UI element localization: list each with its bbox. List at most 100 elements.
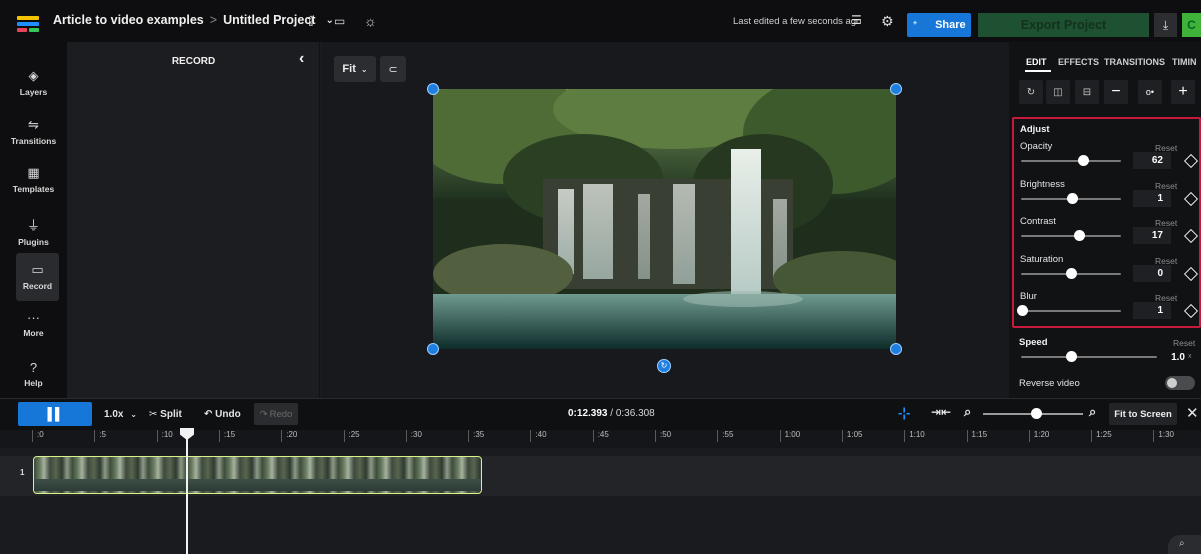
fit-timeline-icon[interactable]: ⇥⇤ xyxy=(931,405,951,419)
breadcrumb-separator: > xyxy=(209,13,218,27)
undo-button[interactable]: ↶ Undo xyxy=(204,409,241,420)
speed-unit: x xyxy=(1188,353,1192,360)
share-button[interactable]: ⁺👤 Share xyxy=(907,13,971,37)
notes-icon[interactable]: ☰ xyxy=(851,13,862,27)
contrast-slider-thumb[interactable] xyxy=(1074,230,1085,241)
blur-label: Blur xyxy=(1020,291,1037,302)
subtitles-icon[interactable]: ▭ xyxy=(334,14,345,28)
sidebar-item-more[interactable]: ··· More xyxy=(0,310,67,338)
flip-horizontal-icon[interactable]: ◫ xyxy=(1046,80,1070,104)
upload-icon[interactable]: ⇪ xyxy=(305,13,317,30)
rotate-icon[interactable]: ↻ xyxy=(1019,80,1043,104)
clip-audio-band xyxy=(34,479,481,491)
video-layer[interactable] xyxy=(433,89,896,349)
blur-value-input[interactable]: 1 xyxy=(1133,302,1171,319)
waterfall-image xyxy=(433,89,896,349)
lightbulb-icon[interactable]: ☼ xyxy=(364,13,377,29)
chevron-down-icon: ⌄ xyxy=(360,64,368,74)
search-icon[interactable]: ⌕ xyxy=(1168,535,1201,554)
resize-handle-bottom-left[interactable] xyxy=(427,343,439,355)
ruler-tick: :50 xyxy=(655,430,671,442)
record-panel: RECORD ‹ xyxy=(67,42,320,398)
playback-speed-dropdown[interactable]: 1.0x ⌄ xyxy=(104,409,137,420)
playhead[interactable] xyxy=(186,430,188,554)
app-logo[interactable] xyxy=(17,16,39,32)
export-project-button[interactable]: Export Project xyxy=(978,13,1149,37)
timeline-zoom-thumb[interactable] xyxy=(1031,408,1042,419)
ruler-tick: :45 xyxy=(592,430,609,442)
blur-slider-track[interactable] xyxy=(1021,310,1121,312)
gear-icon[interactable]: ⚙ xyxy=(881,13,894,30)
total-time: / 0:36.308 xyxy=(610,408,655,419)
add-user-icon: ⁺👤 xyxy=(912,19,931,31)
sidebar-item-transitions[interactable]: ⇋ Transitions xyxy=(0,117,67,146)
scale-icon[interactable]: o• xyxy=(1138,80,1162,104)
brightness-slider-thumb[interactable] xyxy=(1067,193,1078,204)
pause-icon: ▌▌ xyxy=(47,407,63,421)
collapse-panel-icon[interactable]: ‹ xyxy=(299,50,304,68)
sidebar-item-templates[interactable]: ▦ Templates xyxy=(0,165,67,194)
ruler-tick: :40 xyxy=(530,430,547,442)
ruler-tick: :0 xyxy=(32,430,44,442)
opacity-slider-track[interactable] xyxy=(1021,160,1121,162)
speed-reset-button[interactable]: Reset xyxy=(1173,338,1195,348)
tab-transitions[interactable]: TRANSITIONS xyxy=(1104,57,1165,67)
tab-effects[interactable]: EFFECTS xyxy=(1058,57,1099,67)
sidebar-item-record[interactable]: ▭ Record xyxy=(16,253,59,301)
flip-vertical-icon[interactable]: ⊟ xyxy=(1075,80,1099,104)
snap-icon[interactable]: -¦- xyxy=(898,405,910,420)
ruler-tick: 1:30 xyxy=(1153,430,1174,442)
blur-slider-thumb[interactable] xyxy=(1017,305,1028,316)
redo-button[interactable]: ↷ Redo xyxy=(254,403,298,425)
ruler-tick: :15 xyxy=(218,430,235,442)
project-name[interactable]: Untitled Project xyxy=(223,13,315,27)
saturation-label: Saturation xyxy=(1020,254,1064,265)
opacity-label: Opacity xyxy=(1020,141,1053,152)
breadcrumb-folder[interactable]: Article to video examples xyxy=(53,13,204,27)
sidebar-item-layers[interactable]: ◈ Layers xyxy=(0,68,67,97)
download-icon[interactable]: ⤓ xyxy=(1154,13,1177,37)
opacity-value-input[interactable]: 62 xyxy=(1133,152,1171,169)
tab-edit[interactable]: EDIT xyxy=(1026,57,1047,67)
unlock-icon[interactable]: ⊂ xyxy=(380,56,406,82)
zoom-out-timeline-icon[interactable]: ⌕ xyxy=(964,404,971,420)
tab-timing[interactable]: TIMIN xyxy=(1172,57,1197,67)
speed-slider-track[interactable] xyxy=(1021,356,1157,358)
video-clip[interactable] xyxy=(33,456,482,494)
reverse-video-label: Reverse video xyxy=(1019,378,1080,389)
redo-icon: ↷ xyxy=(259,408,268,420)
resize-handle-bottom-right[interactable] xyxy=(890,343,902,355)
fit-zoom-dropdown[interactable]: Fit ⌄ xyxy=(334,56,376,82)
pause-button[interactable]: ▌▌ xyxy=(18,402,92,426)
ruler-tick: 1:20 xyxy=(1028,430,1049,442)
zoom-out-icon[interactable]: − xyxy=(1104,80,1128,104)
zoom-in-icon[interactable]: + xyxy=(1171,80,1195,104)
ruler-tick: 1:10 xyxy=(904,430,925,442)
split-button[interactable]: ✂ Split xyxy=(149,409,182,420)
reverse-video-toggle[interactable] xyxy=(1165,376,1195,390)
saturation-slider-thumb[interactable] xyxy=(1066,268,1077,279)
rotate-icon[interactable]: ↻ xyxy=(657,359,671,373)
opacity-slider-thumb[interactable] xyxy=(1078,155,1089,166)
adjust-title: Adjust xyxy=(1020,124,1050,135)
record-icon: ▭ xyxy=(31,262,44,277)
resize-handle-top-right[interactable] xyxy=(890,83,902,95)
plugins-icon: ⏚ xyxy=(26,218,40,233)
scissors-icon: ✂ xyxy=(149,409,158,420)
fit-to-screen-button[interactable]: Fit to Screen xyxy=(1109,403,1177,425)
zoom-in-timeline-icon[interactable]: ⌕ xyxy=(1089,404,1096,420)
ruler-tick: 1:25 xyxy=(1091,430,1112,442)
chevron-down-icon[interactable]: ⌄ xyxy=(325,15,333,26)
secondary-button[interactable]: C xyxy=(1182,13,1201,37)
brightness-value-input[interactable]: 1 xyxy=(1133,190,1171,207)
last-edited-status: Last edited a few seconds ago xyxy=(733,16,862,27)
contrast-value-input[interactable]: 17 xyxy=(1133,227,1171,244)
resize-handle-top-left[interactable] xyxy=(427,83,439,95)
current-time: 0:12.393 xyxy=(568,408,608,419)
close-icon[interactable]: ✕ xyxy=(1186,404,1199,422)
contrast-slider-track[interactable] xyxy=(1021,235,1121,237)
saturation-value-input[interactable]: 0 xyxy=(1133,265,1171,282)
sidebar-item-plugins[interactable]: ⏚ Plugins xyxy=(0,215,67,247)
ruler-tick: :10 xyxy=(156,430,173,442)
sidebar-item-help[interactable]: ? Help xyxy=(0,360,67,388)
